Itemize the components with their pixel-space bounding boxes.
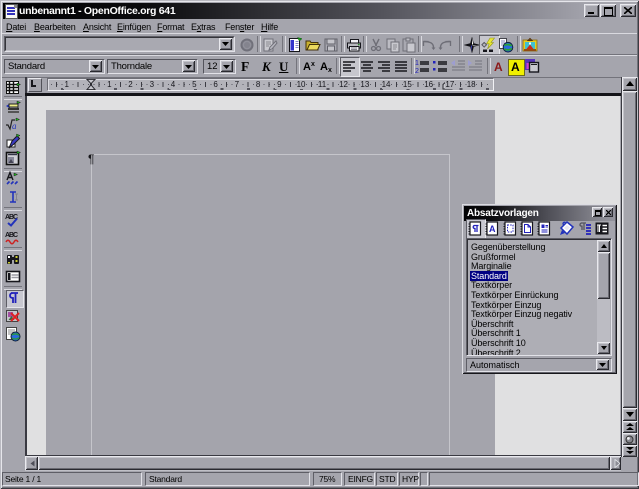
svg-text:1: 1 [415, 60, 419, 67]
svg-text:a: a [12, 121, 17, 131]
svg-text:2: 2 [415, 68, 419, 74]
svg-text:A: A [489, 224, 496, 234]
svg-text:ABC: ABC [5, 232, 18, 239]
